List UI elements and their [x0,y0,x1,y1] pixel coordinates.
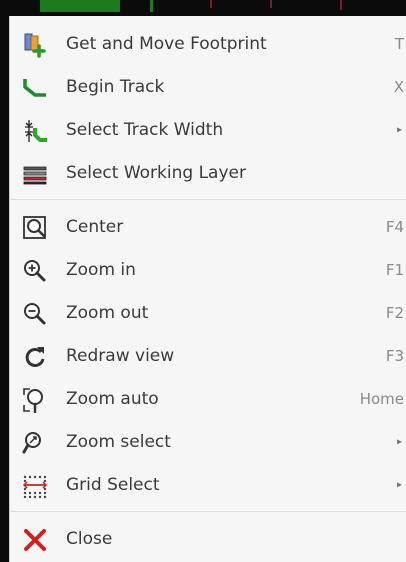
shortcut-text: F1 [385,261,404,279]
menu-item-center[interactable]: Center F4 [10,207,406,247]
menu-item-label: Zoom auto [66,389,159,409]
pcb-trace [150,0,153,12]
menu-item-label: Grid Select [66,475,160,495]
footprint-move-icon [22,32,48,58]
close-icon [22,527,48,553]
menu-item-redraw-view[interactable]: Redraw view F3 [10,336,406,376]
menu-item-select-track-width[interactable]: Select Track Width ▸ [10,110,406,150]
zoom-out-icon [22,301,48,327]
zoom-center-icon [22,215,48,241]
menu-item-begin-track[interactable]: Begin Track X [10,67,406,107]
track-width-icon [22,118,48,144]
menu-item-label: Select Track Width [66,120,224,140]
shortcut-text: F4 [385,218,404,236]
menu-item-label: Center [66,217,124,237]
pcb-trace [340,0,342,10]
zoom-select-icon [22,430,48,456]
zoom-auto-icon [22,387,48,413]
menu-item-close[interactable]: Close [10,519,406,559]
menu-separator [10,199,406,200]
grid-icon [22,473,48,499]
submenu-arrow-icon: ▸ [396,124,402,136]
menu-item-label: Select Working Layer [66,163,246,183]
redraw-icon [22,344,48,370]
menu-item-label: Redraw view [66,346,175,366]
shortcut-text: T [394,35,404,53]
menu-item-label: Begin Track [66,77,165,97]
menu-item-zoom-auto[interactable]: Zoom auto Home [10,379,406,419]
submenu-arrow-icon: ▸ [396,436,402,448]
pcb-trace [210,0,212,8]
menu-item-zoom-out[interactable]: Zoom out F2 [10,293,406,333]
menu-item-label: Get and Move Footprint [66,34,267,54]
menu-item-zoom-in[interactable]: Zoom in F1 [10,250,406,290]
menu-item-label: Zoom in [66,260,136,280]
shortcut-text: X [393,78,404,96]
menu-item-label: Close [66,529,113,549]
pcb-trace [40,0,120,12]
context-menu: Get and Move Footprint T Begin Track X S… [9,16,406,562]
menu-item-select-working-layer[interactable]: Select Working Layer [10,153,406,193]
track-icon [22,75,48,101]
menu-item-grid-select[interactable]: Grid Select ▸ [10,465,406,505]
layers-icon [22,161,48,187]
submenu-arrow-icon: ▸ [396,479,402,491]
menu-item-label: Zoom out [66,303,149,323]
zoom-in-icon [22,258,48,284]
shortcut-text: F3 [385,347,404,365]
pcb-trace [270,0,272,8]
shortcut-text: Home [359,390,404,408]
menu-item-label: Zoom select [66,432,171,452]
shortcut-text: F2 [385,304,404,322]
menu-item-get-move-footprint[interactable]: Get and Move Footprint T [10,24,406,64]
menu-separator [10,511,406,512]
menu-item-zoom-select[interactable]: Zoom select ▸ [10,422,406,462]
